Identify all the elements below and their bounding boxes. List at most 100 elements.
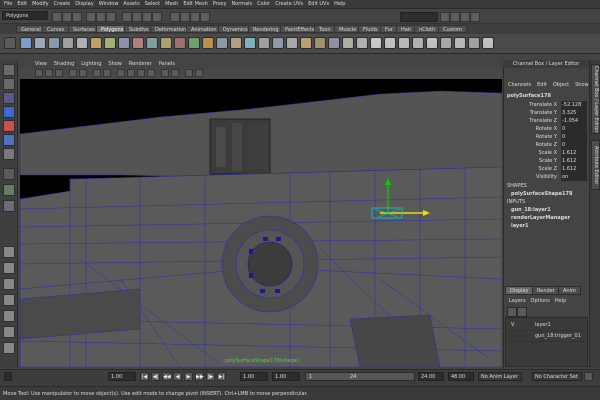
- open-scene-icon[interactable]: [62, 12, 72, 22]
- shelf-tab-ncloth[interactable]: nCloth: [414, 25, 441, 33]
- step-back-frame-button[interactable]: ◀◀: [162, 372, 171, 381]
- animation-end-field[interactable]: 48.00: [448, 372, 474, 381]
- panel-menu-shading[interactable]: Shading: [54, 61, 74, 67]
- tool-settings-toggle-icon[interactable]: [460, 12, 470, 22]
- shelf-tab-custom[interactable]: Custom: [438, 25, 468, 33]
- create-layer-from-selection-icon[interactable]: [517, 307, 527, 317]
- input-node[interactable]: gun_18:layer1: [511, 207, 551, 213]
- attr-translate-x[interactable]: Translate X -52.128: [505, 101, 589, 109]
- history-icon[interactable]: [170, 12, 180, 22]
- render-icon[interactable]: [180, 12, 190, 22]
- object-menu[interactable]: Object: [553, 82, 569, 88]
- step-back-key-button[interactable]: ◀|: [151, 372, 160, 381]
- split-polygon-icon[interactable]: [300, 37, 312, 49]
- poly-pyramid-icon[interactable]: [104, 37, 116, 49]
- shelf-tab-fluids[interactable]: Fluids: [358, 25, 383, 33]
- film-gate-icon[interactable]: [93, 69, 101, 77]
- poly-sphere-icon[interactable]: [20, 37, 32, 49]
- go-to-end-button[interactable]: ▶|: [217, 372, 226, 381]
- menu-help[interactable]: Help: [334, 1, 345, 7]
- boolean-union-icon[interactable]: [160, 37, 172, 49]
- insert-edge-loop-icon[interactable]: [314, 37, 326, 49]
- scale-tool-icon[interactable]: [3, 134, 15, 146]
- panel-menu-show[interactable]: Show: [108, 61, 122, 67]
- rotate-tool-icon[interactable]: [3, 120, 15, 132]
- help-menu[interactable]: Help: [555, 298, 566, 304]
- select-tool-icon[interactable]: [3, 64, 15, 76]
- graph-editor-layout-icon[interactable]: [3, 326, 15, 338]
- layer-row[interactable]: gun_18:trigger_01: [507, 331, 588, 342]
- select-component-icon[interactable]: [106, 12, 116, 22]
- planar-map-icon[interactable]: [384, 37, 396, 49]
- stacked-layout-icon[interactable]: [3, 294, 15, 306]
- options-menu[interactable]: Options: [531, 298, 550, 304]
- attr-scale-z[interactable]: Scale Z 1.612: [505, 165, 589, 173]
- uv-editor-icon[interactable]: [440, 37, 452, 49]
- poly-torus-icon[interactable]: [90, 37, 102, 49]
- snap-plane-icon[interactable]: [152, 12, 162, 22]
- shelf-tab-animation[interactable]: Animation: [186, 25, 222, 33]
- attr-value[interactable]: 0: [561, 125, 587, 133]
- attr-value[interactable]: 1.612: [561, 149, 587, 157]
- range-slider[interactable]: 1 24: [305, 372, 415, 381]
- cylindrical-map-icon[interactable]: [398, 37, 410, 49]
- panel-menu-renderer[interactable]: Renderer: [129, 61, 152, 67]
- move-tool-icon[interactable]: [3, 106, 15, 118]
- menu-window[interactable]: Window: [99, 1, 119, 7]
- bridge-icon[interactable]: [258, 37, 270, 49]
- attr-value[interactable]: 3.325: [561, 109, 587, 117]
- shelf-tab-curves[interactable]: Curves: [42, 25, 70, 33]
- menu-set-selector[interactable]: Polygons: [2, 11, 48, 20]
- shape-node[interactable]: polySurfaceShape178: [511, 191, 572, 197]
- extrude-icon[interactable]: [244, 37, 256, 49]
- menu-display[interactable]: Display: [75, 1, 93, 7]
- attribute-editor-toggle-icon[interactable]: [450, 12, 460, 22]
- menu-edit-mesh[interactable]: Edit Mesh: [183, 1, 207, 7]
- lasso-tool-icon[interactable]: [3, 78, 15, 90]
- extract-icon[interactable]: [146, 37, 158, 49]
- smooth-icon[interactable]: [216, 37, 228, 49]
- attr-value[interactable]: 0: [561, 133, 587, 141]
- layer-visibility-toggle[interactable]: V: [511, 320, 514, 330]
- panel-menu-lighting[interactable]: Lighting: [81, 61, 101, 67]
- snap-point-icon[interactable]: [142, 12, 152, 22]
- channel-box-toggle-icon[interactable]: [470, 12, 480, 22]
- select-object-icon[interactable]: [96, 12, 106, 22]
- reduce-icon[interactable]: [230, 37, 242, 49]
- layers-menu[interactable]: Layers: [509, 298, 526, 304]
- xray-icon[interactable]: [195, 69, 203, 77]
- shadows-icon[interactable]: [171, 69, 179, 77]
- hypershade-layout-icon[interactable]: [3, 342, 15, 354]
- attr-value[interactable]: 1.612: [561, 157, 587, 165]
- boolean-intersection-icon[interactable]: [188, 37, 200, 49]
- tool-slot-icon[interactable]: [3, 184, 15, 196]
- select-hierarchy-icon[interactable]: [86, 12, 96, 22]
- menu-normals[interactable]: Normals: [231, 1, 252, 7]
- playback-start-field[interactable]: 1.00: [272, 372, 300, 381]
- play-backward-button[interactable]: ◀: [173, 372, 182, 381]
- attr-rotate-y[interactable]: Rotate Y 0: [505, 133, 589, 141]
- manipulator-tool-icon[interactable]: [3, 148, 15, 160]
- step-forward-frame-button[interactable]: ▶▶: [195, 372, 204, 381]
- automatic-map-icon[interactable]: [426, 37, 438, 49]
- new-scene-icon[interactable]: [52, 12, 62, 22]
- poly-plane-icon[interactable]: [76, 37, 88, 49]
- cut-uv-icon[interactable]: [468, 37, 480, 49]
- use-all-lights-icon[interactable]: [161, 69, 169, 77]
- create-layer-icon[interactable]: [507, 307, 517, 317]
- last-tool-icon[interactable]: [3, 168, 15, 180]
- ipr-render-icon[interactable]: [190, 12, 200, 22]
- menu-create-uvs[interactable]: Create UVs: [275, 1, 303, 7]
- start-time-field[interactable]: 1.00: [240, 372, 268, 381]
- menu-proxy[interactable]: Proxy: [213, 1, 227, 7]
- append-polygon-icon[interactable]: [272, 37, 284, 49]
- snap-curve-icon[interactable]: [132, 12, 142, 22]
- channel-box-side-tab[interactable]: Channel Box / Layer Editor: [591, 64, 600, 134]
- save-scene-icon[interactable]: [72, 12, 82, 22]
- character-set-dropdown[interactable]: No Character Set: [532, 372, 582, 381]
- menu-select[interactable]: Select: [145, 1, 160, 7]
- offset-edge-loop-icon[interactable]: [328, 37, 340, 49]
- image-plane-icon[interactable]: [69, 69, 77, 77]
- panel-menu-panels[interactable]: Panels: [159, 61, 175, 67]
- boolean-difference-icon[interactable]: [174, 37, 186, 49]
